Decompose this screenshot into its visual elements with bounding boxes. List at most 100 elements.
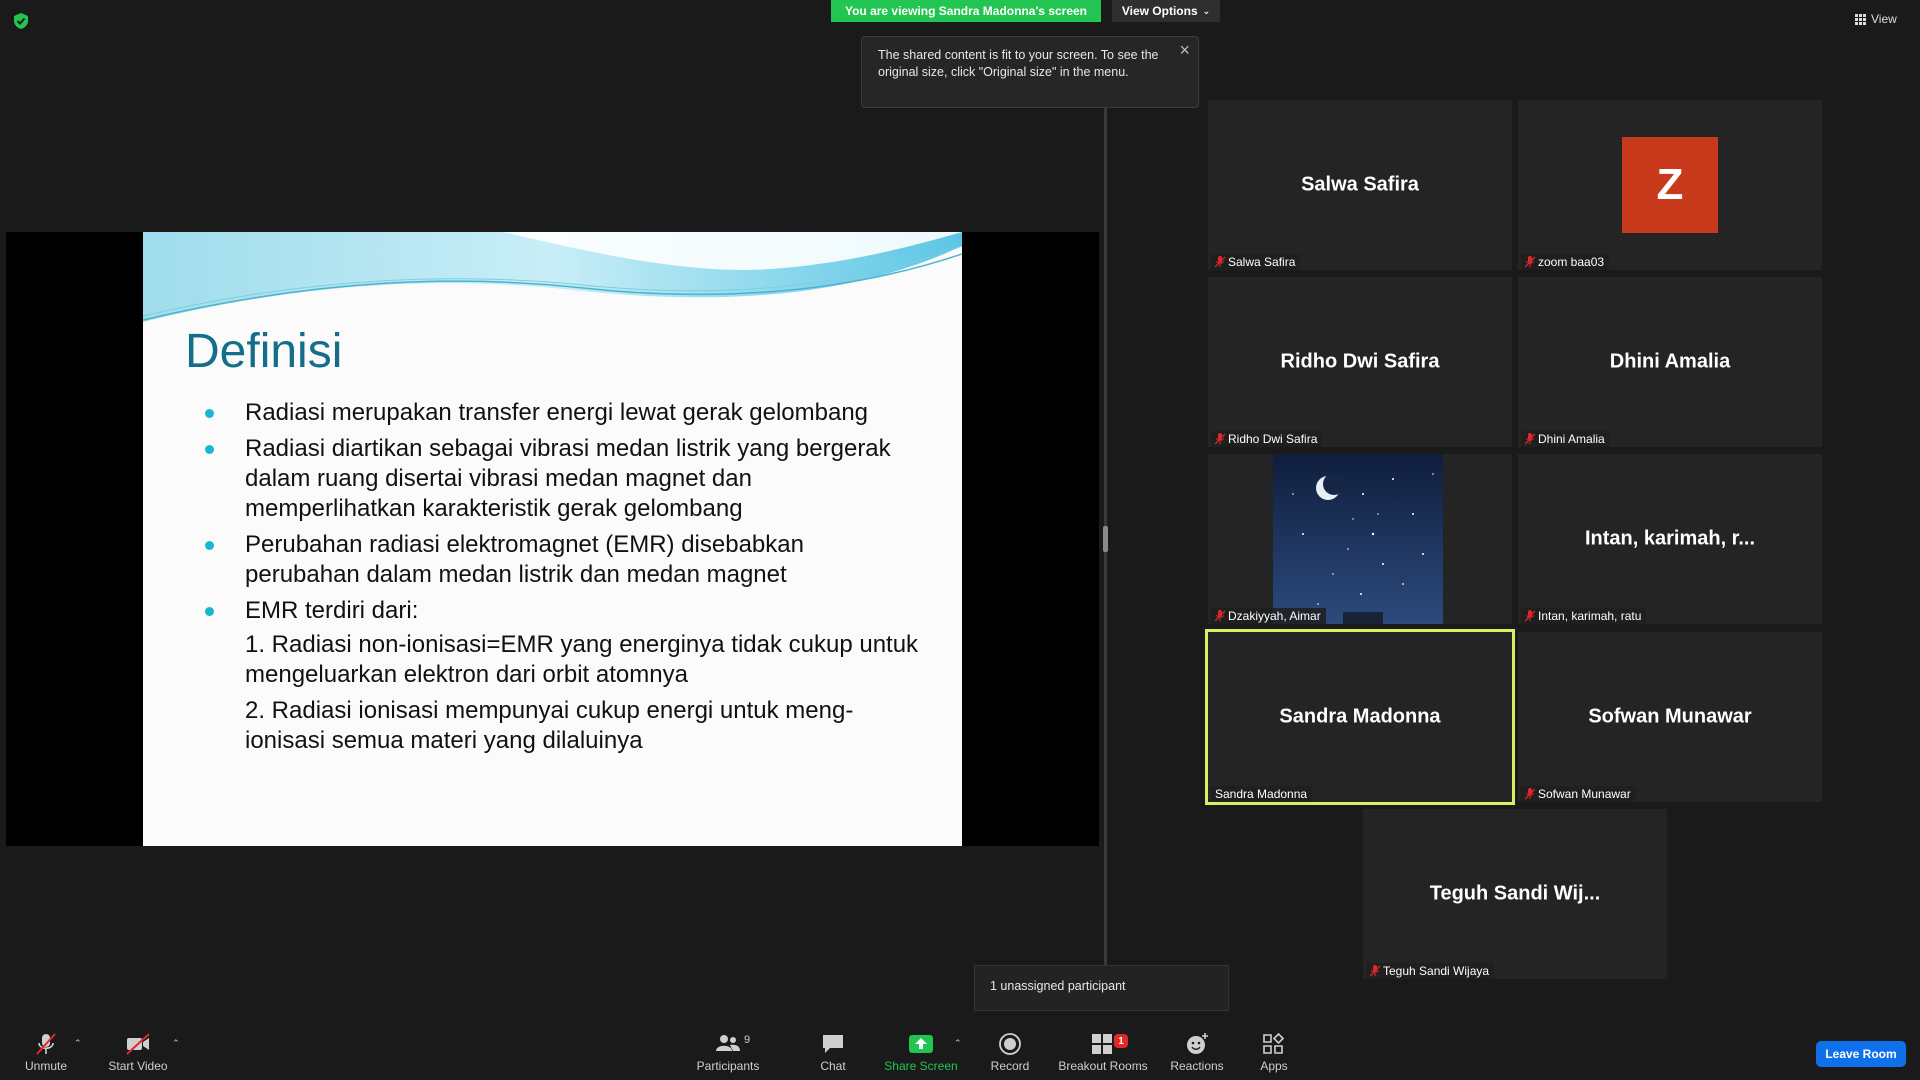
mic-muted-icon <box>1525 256 1535 268</box>
viewing-screen-banner: You are viewing Sandra Madonna's screen <box>831 0 1101 22</box>
apps-label: Apps <box>1260 1059 1288 1073</box>
view-options-label: View Options <box>1121 4 1198 18</box>
participant-tile[interactable]: Teguh Sandi Wij... Teguh Sandi Wijaya <box>1363 809 1667 979</box>
mic-muted-icon <box>1370 965 1380 977</box>
apps-icon <box>1263 1032 1285 1054</box>
start-video-label: Start Video <box>108 1059 168 1073</box>
participant-nameplate: Ridho Dwi Safira <box>1211 431 1323 447</box>
participant-tile[interactable]: Z zoom baa03 <box>1518 100 1822 270</box>
avatar: Z <box>1622 137 1718 233</box>
participant-tile[interactable]: Sofwan Munawar Sofwan Munawar <box>1518 632 1822 802</box>
view-button[interactable]: View <box>1855 8 1897 30</box>
share-screen-button[interactable]: Share Screen <box>884 1032 958 1073</box>
slide-bullet: Perubahan radiasi elektromagnet (EMR) di… <box>203 530 923 590</box>
breakout-rooms-label: Breakout Rooms <box>1058 1059 1148 1073</box>
participants-icon <box>716 1035 740 1051</box>
breakout-rooms-icon <box>1092 1034 1112 1054</box>
participant-nameplate: Salwa Safira <box>1211 254 1301 270</box>
unmute-label: Unmute <box>24 1059 68 1073</box>
audio-options-caret[interactable]: ⌃ <box>74 1038 82 1049</box>
participant-display-name: Teguh Sandi Wij... <box>1429 882 1601 905</box>
reactions-label: Reactions <box>1170 1059 1224 1073</box>
slide-sub-item: 2. Radiasi ionisasi mempunyai cukup ener… <box>245 697 854 754</box>
bullet-text: EMR terdiri dari: <box>245 597 419 624</box>
close-icon[interactable]: × <box>1179 41 1190 59</box>
slide-title: Definisi <box>185 325 343 378</box>
participant-nameplate: Intan, karimah, ratu <box>1521 608 1647 624</box>
participant-display-name: Ridho Dwi Safira <box>1280 350 1440 373</box>
breakout-badge: 1 <box>1114 1034 1128 1048</box>
video-off-icon <box>126 1033 150 1055</box>
bullet-dot <box>205 445 214 454</box>
mic-muted-icon <box>1525 433 1535 445</box>
reactions-button[interactable]: Reactions <box>1166 1032 1228 1073</box>
mic-muted-icon <box>1215 610 1225 622</box>
participants-count: 9 <box>744 1034 751 1046</box>
presentation-slide: Definisi Radiasi merupakan transfer ener… <box>143 232 962 846</box>
slide-sub-item: 1. Radiasi non-ionisasi=EMR yang energin… <box>245 631 919 688</box>
participant-display-name: Salwa Safira <box>1301 173 1419 196</box>
participant-tile[interactable]: Salwa Safira Salwa Safira <box>1208 100 1512 270</box>
unassigned-text: 1 unassigned participant <box>990 979 1126 993</box>
mic-muted-icon <box>1525 788 1535 800</box>
drag-handle[interactable] <box>1103 526 1108 552</box>
bullet-text: Radiasi diartikan sebagai vibrasi medan … <box>245 435 891 522</box>
apps-button[interactable]: Apps <box>1254 1032 1294 1073</box>
view-options-button[interactable]: View Options ⌄ <box>1112 0 1220 22</box>
fit-screen-tooltip: The shared content is fit to your screen… <box>861 36 1199 108</box>
participant-tile[interactable]: Dhini Amalia Dhini Amalia <box>1518 277 1822 447</box>
participant-name: Dhini Amalia <box>1538 432 1605 446</box>
slide-bullet-list: Radiasi merupakan transfer energi lewat … <box>203 398 923 632</box>
participant-name: Sofwan Munawar <box>1538 787 1631 801</box>
participant-nameplate: Teguh Sandi Wijaya <box>1366 963 1495 979</box>
mic-muted-icon <box>1525 610 1535 622</box>
bullet-dot <box>205 409 214 418</box>
mic-muted-icon <box>1215 433 1225 445</box>
chat-icon <box>823 1035 843 1053</box>
participants-label: Participants <box>696 1059 760 1073</box>
unmute-button[interactable]: Unmute <box>20 1032 72 1073</box>
leave-room-button[interactable]: Leave Room <box>1816 1041 1906 1067</box>
participant-tile[interactable]: Intan, karimah, r... Intan, karimah, rat… <box>1518 454 1822 624</box>
record-icon <box>999 1033 1021 1055</box>
participant-tile[interactable]: Ridho Dwi Safira Ridho Dwi Safira <box>1208 277 1512 447</box>
chat-button[interactable]: Chat <box>808 1032 858 1073</box>
participant-nameplate: Dzakiyyah, Aimar <box>1211 608 1326 624</box>
security-shield-icon[interactable] <box>12 12 30 30</box>
slide-bullet: Radiasi diartikan sebagai vibrasi medan … <box>203 434 923 524</box>
participant-display-name: Dhini Amalia <box>1609 350 1731 373</box>
mic-muted-icon <box>1215 256 1225 268</box>
video-options-caret[interactable]: ⌃ <box>172 1038 180 1049</box>
participant-display-name: Sandra Madonna <box>1279 705 1441 728</box>
participant-nameplate: zoom baa03 <box>1521 254 1610 270</box>
unassigned-participant-popup[interactable]: 1 unassigned participant <box>974 965 1229 1011</box>
participant-name: Ridho Dwi Safira <box>1228 432 1318 446</box>
participant-nameplate: Sofwan Munawar <box>1521 786 1636 802</box>
participants-button[interactable]: Participants <box>692 1032 764 1073</box>
start-video-button[interactable]: Start Video <box>106 1032 170 1073</box>
breakout-rooms-button[interactable]: Breakout Rooms <box>1056 1032 1150 1073</box>
participant-nameplate: Dhini Amalia <box>1521 431 1610 447</box>
bullet-text: Perubahan radiasi elektromagnet (EMR) di… <box>245 531 804 588</box>
bullet-dot <box>205 541 214 550</box>
participant-display-name: Sofwan Munawar <box>1588 705 1752 728</box>
participant-name: Sandra Madonna <box>1215 787 1308 801</box>
participant-name: Intan, karimah, ratu <box>1538 609 1642 623</box>
reactions-icon <box>1187 1033 1208 1054</box>
tooltip-text: The shared content is fit to your screen… <box>878 48 1159 79</box>
view-label: View <box>1871 12 1897 26</box>
record-button[interactable]: Record <box>984 1032 1036 1073</box>
participant-tile[interactable]: Dzakiyyah, Aimar <box>1208 454 1512 624</box>
chevron-down-icon: ⌄ <box>1202 5 1211 16</box>
participant-name: zoom baa03 <box>1538 255 1605 269</box>
mic-muted-icon <box>36 1033 56 1055</box>
record-label: Record <box>990 1059 1030 1073</box>
bullet-dot <box>205 607 214 616</box>
share-screen-icon <box>909 1035 933 1053</box>
share-options-caret[interactable]: ⌃ <box>954 1038 962 1049</box>
participant-nameplate: Sandra Madonna <box>1211 786 1313 802</box>
participant-tile-active-speaker[interactable]: Sandra Madonna Sandra Madonna <box>1205 629 1515 805</box>
participant-name: Teguh Sandi Wijaya <box>1383 964 1490 978</box>
night-sky-video <box>1273 454 1443 624</box>
slide-bullet: Radiasi merupakan transfer energi lewat … <box>203 398 923 428</box>
